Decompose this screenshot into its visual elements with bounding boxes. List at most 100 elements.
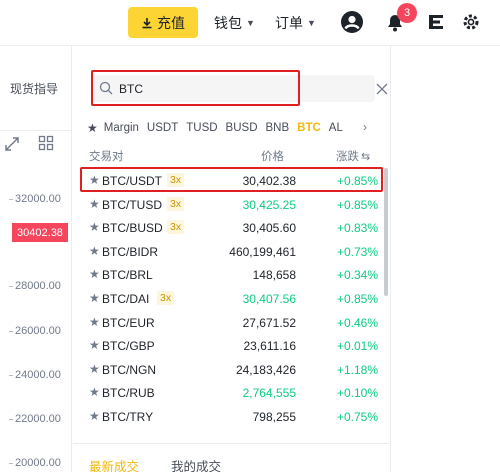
current-price-tag: 30402.38 (12, 223, 68, 242)
chart-panel: 现货指导 32000.00 30402.38 28000.00 26000.00… (0, 46, 72, 472)
right-panel (390, 46, 500, 472)
favorite-star-icon[interactable]: ★ (89, 244, 100, 258)
favorite-star-icon[interactable]: ★ (89, 409, 100, 423)
market-row[interactable]: ★ BTC/TUSD 3x 30,425.25 +0.85% (73, 193, 389, 217)
market-row[interactable]: ★ BTC/EUR 27,671.52 +0.46% (73, 311, 389, 335)
pair-price: 27,671.52 (242, 315, 296, 330)
pair-price: 30,407.56 (242, 292, 296, 306)
orders-label: 订单 (275, 15, 303, 31)
pair-name: BTC/DAI (102, 292, 150, 306)
deposit-label: 充值 (157, 14, 185, 31)
pair-name: BTC/TRY (102, 410, 154, 424)
market-row[interactable]: ★ BTC/USDT 3x 30,402.38 +0.85% (73, 169, 389, 193)
swap-icon: ⇆ (361, 151, 371, 163)
filter-tab-alts[interactable]: AL (329, 122, 343, 134)
pair-change: +0.85% (336, 197, 378, 212)
change-column-header[interactable]: 涨跌 ⇆ (336, 148, 370, 164)
clear-search-icon[interactable] (376, 83, 388, 95)
price-axis-tick: 22000.00 (9, 413, 61, 425)
pair-change: +0.34% (336, 268, 378, 283)
trades-tabs: 最新成交 我的成交 (73, 443, 389, 472)
orders-menu[interactable]: 订单 ▼ (275, 13, 316, 33)
pair-price: 24,183,426 (235, 362, 296, 377)
filter-tab-margin[interactable]: Margin (104, 122, 139, 134)
divider (0, 130, 72, 131)
filter-tab-btc[interactable]: BTC (297, 122, 321, 134)
pair-name: BTC/BRL (102, 268, 153, 283)
chevron-right-icon[interactable]: › (363, 120, 367, 134)
pair-change: +0.75% (336, 410, 378, 424)
filter-tab-tusd[interactable]: TUSD (186, 122, 217, 134)
pair-change: +0.46% (336, 315, 378, 330)
deposit-button[interactable]: 充值 (128, 7, 198, 38)
favorites-star-icon[interactable]: ★ (87, 121, 98, 135)
market-row[interactable]: ★ BTC/RUB 2,764,555 +0.10% (73, 381, 389, 405)
market-row[interactable]: ★ BTC/DAI 3x 30,407.56 +0.85% (73, 287, 389, 311)
notification-badge: 3 (397, 3, 417, 23)
filter-tab-usdt[interactable]: USDT (147, 122, 178, 134)
price-column-header[interactable]: 价格 (261, 148, 284, 164)
pair-change: +0.83% (336, 221, 378, 236)
download-app-icon[interactable] (423, 9, 449, 35)
settings-gear-icon[interactable] (458, 9, 484, 35)
pair-name: BTC/RUB (102, 386, 155, 401)
price-axis-tick: 20000.00 (9, 457, 61, 469)
pair-price: 23,611.16 (243, 339, 297, 354)
download-icon (142, 17, 152, 28)
pair-price: 148,658 (252, 268, 296, 283)
filter-tab-busd[interactable]: BUSD (226, 122, 258, 134)
pair-change: +0.01% (336, 339, 378, 354)
favorite-star-icon[interactable]: ★ (89, 267, 100, 281)
pair-price: 2,764,555 (242, 386, 296, 401)
pair-name: BTC/BIDR (102, 244, 159, 259)
pair-name: BTC/TUSD (102, 197, 162, 212)
favorite-star-icon[interactable]: ★ (89, 291, 100, 305)
scrollbar[interactable] (384, 168, 388, 296)
caret-down-icon: ▼ (246, 18, 255, 28)
tab-my-trades[interactable]: 我的成交 (171, 456, 221, 472)
favorite-star-icon[interactable]: ★ (89, 220, 100, 234)
leverage-badge: 3x (167, 173, 185, 187)
pair-change: +0.85% (336, 292, 378, 306)
market-row[interactable]: ★ BTC/BUSD 3x 30,405.60 +0.83% (73, 216, 389, 240)
favorite-star-icon[interactable]: ★ (89, 173, 100, 187)
market-row[interactable]: ★ BTC/BRL 148,658 +0.34% (73, 263, 389, 287)
spot-guide-link[interactable]: 现货指导 (10, 80, 58, 97)
account-icon[interactable] (339, 9, 365, 35)
search-box[interactable] (91, 75, 388, 102)
pair-price: 798,255 (252, 410, 296, 424)
market-row[interactable]: ★ BTC/BIDR 460,199,461 +0.73% (73, 240, 389, 264)
price-axis-tick: 26000.00 (9, 325, 61, 337)
leverage-badge: 3x (157, 291, 175, 305)
change-header-label: 涨跌 (336, 151, 359, 163)
pair-change: +0.73% (336, 244, 378, 259)
favorite-star-icon[interactable]: ★ (89, 338, 100, 352)
favorite-star-icon[interactable]: ★ (89, 197, 100, 211)
caret-down-icon: ▼ (307, 18, 316, 28)
pair-price: 30,425.25 (242, 197, 296, 212)
search-icon (99, 81, 113, 95)
filter-tab-bnb[interactable]: BNB (266, 122, 290, 134)
pair-column-header[interactable]: 交易对 (89, 148, 124, 164)
wallet-menu[interactable]: 钱包 ▼ (214, 13, 255, 33)
pair-change: +1.18% (336, 362, 378, 377)
search-input[interactable] (119, 79, 339, 98)
price-axis-tick: 32000.00 (9, 193, 61, 205)
market-row[interactable]: ★ BTC/GBP 23,611.16 +0.01% (73, 334, 389, 358)
favorite-star-icon[interactable]: ★ (89, 315, 100, 329)
favorite-star-icon[interactable]: ★ (89, 362, 100, 376)
favorite-star-icon[interactable]: ★ (89, 385, 100, 399)
pair-name: BTC/USDT (102, 174, 162, 188)
pair-name: BTC/GBP (102, 339, 155, 354)
tab-latest-trades[interactable]: 最新成交 (89, 456, 139, 472)
layout-grid-icon[interactable] (38, 135, 54, 151)
wallet-label: 钱包 (214, 15, 242, 31)
market-row[interactable]: ★ BTC/TRY 798,255 +0.75% (73, 405, 389, 429)
market-filter-tabs: ★ Margin USDT TUSD BUSD BNB BTC AL (87, 119, 387, 137)
market-row[interactable]: ★ BTC/NGN 24,183,426 +1.18% (73, 358, 389, 382)
pair-price: 30,402.38 (242, 174, 296, 188)
top-navigation-bar: 充值 钱包 ▼ 订单 ▼ 3 (0, 0, 500, 46)
expand-icon[interactable] (4, 136, 20, 152)
pair-name: BTC/BUSD (102, 221, 163, 236)
pair-change: +0.85% (336, 174, 378, 188)
